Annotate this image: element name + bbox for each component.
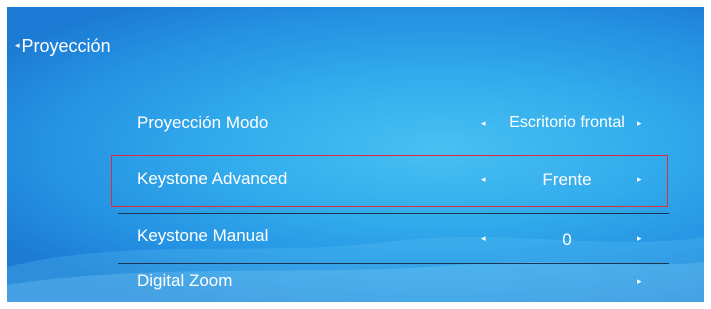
divider — [118, 263, 669, 264]
right-arrow-icon[interactable]: ▸ — [637, 174, 642, 185]
menu-item-digital-zoom[interactable]: Digital Zoom ▸ — [117, 271, 669, 295]
left-arrow-icon[interactable]: ◂ — [481, 233, 486, 244]
menu-item-label: Digital Zoom — [137, 271, 233, 290]
right-arrow-icon[interactable]: ▸ — [637, 118, 642, 129]
menu-item-value: Escritorio frontal — [509, 114, 625, 131]
osd-screen: ◂ Proyección Proyección Modo ◂ Escritori… — [7, 7, 704, 302]
left-arrow-icon[interactable]: ◂ — [481, 174, 486, 185]
menu-item-value: 0 — [562, 230, 572, 249]
menu-item-keystone-manual[interactable]: Keystone Manual ◂ 0 ▸ — [117, 226, 669, 250]
menu-header[interactable]: ◂ Proyección — [15, 36, 111, 57]
divider — [118, 213, 669, 214]
page-title: Proyección — [21, 36, 111, 56]
menu-item-proyeccion-modo[interactable]: Proyección Modo ◂ Escritorio frontal ▸ — [117, 113, 669, 137]
right-arrow-icon[interactable]: ▸ — [637, 276, 642, 287]
menu-item-label: Keystone Manual — [137, 226, 269, 245]
menu-item-value: Frente — [542, 170, 592, 189]
right-arrow-icon[interactable]: ▸ — [637, 233, 642, 244]
menu-item-keystone-advanced[interactable]: Keystone Advanced ◂ Frente ▸ — [117, 169, 669, 193]
left-arrow-icon[interactable]: ◂ — [481, 118, 486, 129]
menu-item-label: Keystone Advanced — [137, 169, 288, 188]
menu-item-label: Proyección Modo — [137, 113, 269, 132]
back-arrow-icon[interactable]: ◂ — [15, 40, 20, 51]
